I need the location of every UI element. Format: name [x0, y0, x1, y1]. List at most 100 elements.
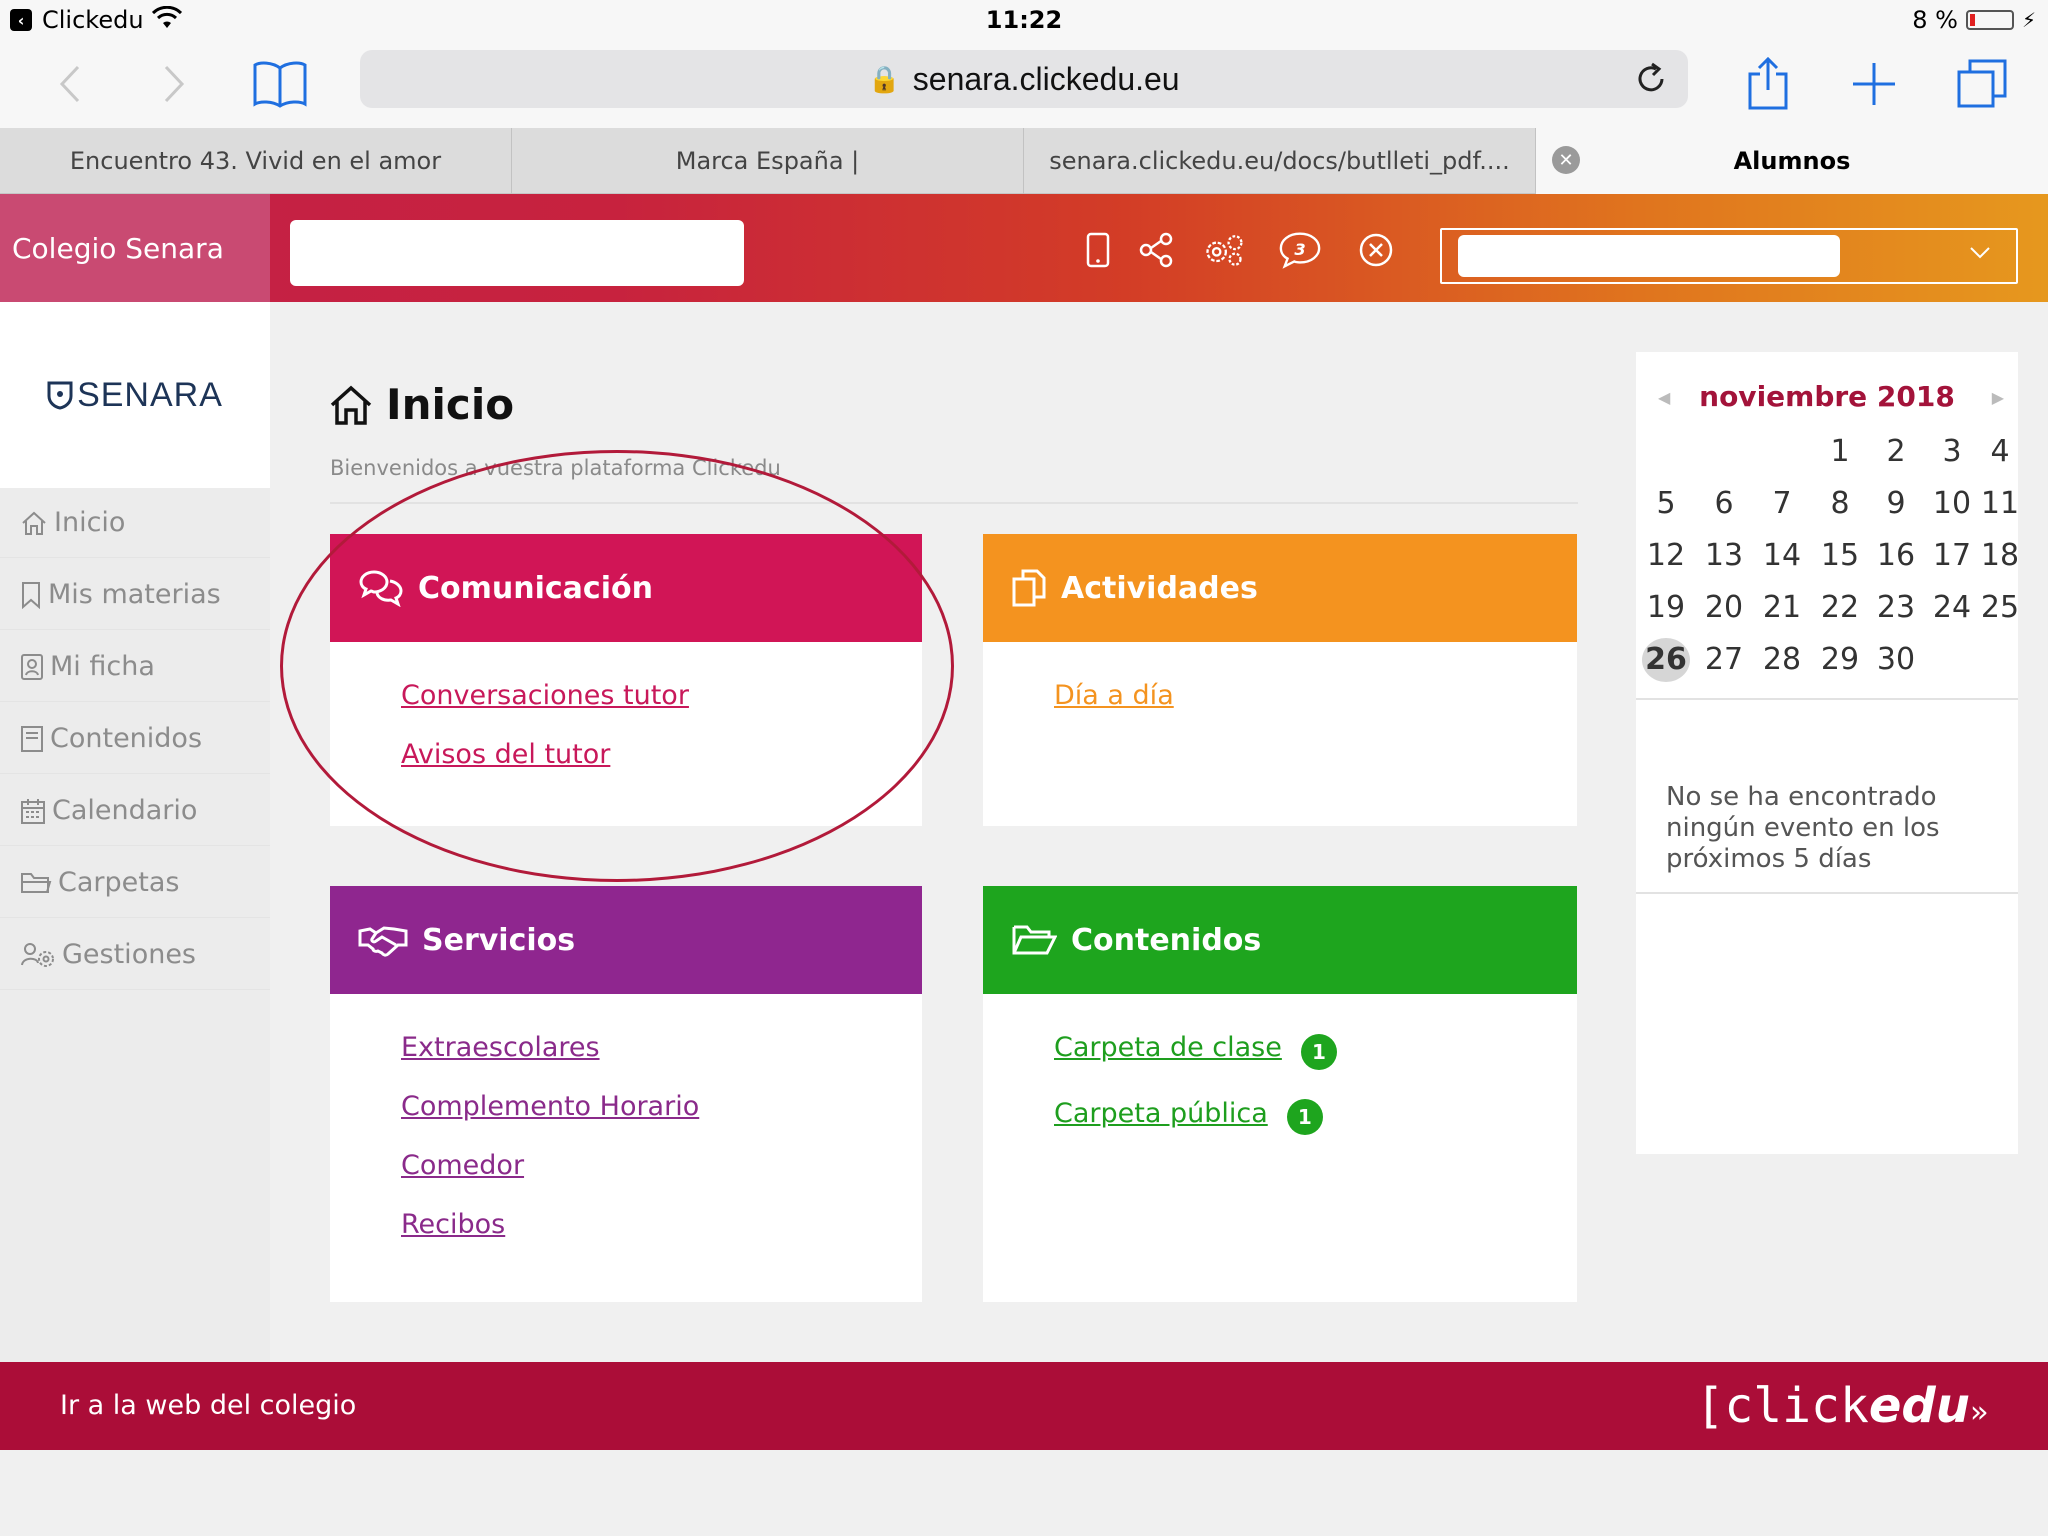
sidebar-item-label: Carpetas [58, 867, 180, 898]
folder-open-icon [1012, 925, 1057, 955]
browser-tab[interactable]: senara.clickedu.eu/docs/butlleti_pdf.... [1024, 128, 1536, 194]
calendar-day[interactable]: 6 [1700, 482, 1748, 526]
browser-tab[interactable]: Marca España | [512, 128, 1024, 194]
calendar-day-today[interactable]: 26 [1642, 638, 1690, 682]
footer: Ir a la web del colegio [click edu » [0, 1362, 2048, 1450]
calendar-icon [21, 798, 45, 824]
chevron-left-icon [59, 65, 80, 103]
calendar-day[interactable]: 9 [1872, 482, 1920, 526]
count-badge: 1 [1286, 1099, 1323, 1135]
calendar-day[interactable]: 4 [1976, 430, 2024, 474]
sidebar-item-mi-ficha[interactable]: Mi ficha [0, 632, 270, 702]
plus-icon [1853, 63, 1895, 105]
tabs-overview-button[interactable] [1950, 52, 2014, 116]
browser-tab-active[interactable]: ✕ Alumnos [1536, 128, 2048, 194]
calendar-day[interactable]: 13 [1700, 534, 1748, 578]
calendar-day[interactable]: 22 [1816, 586, 1864, 630]
calendar-day[interactable]: 18 [1976, 534, 2024, 578]
book-open-icon [253, 61, 307, 108]
calendar-day[interactable]: 7 [1758, 482, 1806, 526]
link-carpeta-publica[interactable]: Carpeta pública [1054, 1098, 1268, 1129]
browser-forward-button[interactable] [142, 52, 206, 116]
calendar-day[interactable]: 14 [1758, 534, 1806, 578]
calendar-day[interactable]: 15 [1816, 534, 1864, 578]
school-brand[interactable]: Colegio Senara [0, 194, 270, 302]
calendar-day[interactable]: 21 [1758, 586, 1806, 630]
folder-icon [21, 872, 52, 893]
link-extraescolares[interactable]: Extraescolares [401, 1032, 922, 1063]
home-icon [330, 385, 372, 425]
divider [1636, 892, 2018, 894]
calendar-day[interactable]: 20 [1700, 586, 1748, 630]
calendar-day[interactable]: 29 [1816, 638, 1864, 682]
browser-back-button[interactable] [38, 52, 102, 116]
calendar-day[interactable]: 3 [1928, 430, 1976, 474]
battery-icon [1965, 10, 2014, 30]
id-card-icon [21, 653, 43, 680]
tab-label: Marca España | [675, 147, 860, 175]
link-comedor[interactable]: Comedor [401, 1150, 922, 1181]
link-carpeta-de-clase[interactable]: Carpeta de clase [1054, 1032, 1282, 1063]
link-conversaciones-tutor[interactable]: Conversaciones tutor [401, 680, 922, 711]
sidebar-item-label: Inicio [54, 507, 126, 538]
card-actividades: Actividades Día a día [983, 534, 1577, 826]
sidebar-item-mis-materias[interactable]: Mis materias [0, 560, 270, 630]
home-icon [22, 511, 46, 535]
sidebar-item-inicio[interactable]: Inicio [0, 488, 270, 558]
calendar-day[interactable]: 25 [1976, 586, 2024, 630]
calendar-day[interactable]: 10 [1928, 482, 1976, 526]
page-bottom [0, 1450, 2048, 1536]
calendar-day[interactable]: 28 [1758, 638, 1806, 682]
calendar-day[interactable]: 5 [1642, 482, 1690, 526]
new-tab-button[interactable] [1842, 52, 1906, 116]
tabs-icon [1957, 59, 2007, 108]
logo-text: SENARA [77, 375, 223, 414]
calendar-month: noviembre 2018 [1699, 380, 1955, 413]
calendar-events-message: No se ha encontrado ningún evento en los… [1666, 782, 1940, 874]
gears-icon [1206, 235, 1243, 266]
school-website-link[interactable]: Ir a la web del colegio [60, 1390, 356, 1421]
search-input[interactable] [290, 220, 744, 286]
mobile-button[interactable] [1076, 228, 1120, 272]
close-tab-icon[interactable]: ✕ [1552, 146, 1580, 174]
share-network-button[interactable] [1134, 228, 1178, 272]
calendar-day[interactable]: 17 [1928, 534, 1976, 578]
calendar-day[interactable]: 23 [1872, 586, 1920, 630]
calendar-day[interactable]: 16 [1872, 534, 1920, 578]
calendar-day[interactable]: 27 [1700, 638, 1748, 682]
user-select-dropdown[interactable] [1440, 228, 2018, 284]
calendar-day[interactable]: 2 [1872, 430, 1920, 474]
calendar-day[interactable]: 8 [1816, 482, 1864, 526]
share-button[interactable] [1736, 52, 1800, 116]
sidebar-item-contenidos[interactable]: Contenidos [0, 704, 270, 774]
link-dia-a-dia[interactable]: Día a día [1054, 680, 1577, 711]
address-bar[interactable]: 🔒 senara.clickedu.eu [360, 50, 1688, 108]
logo-text-right: edu [1868, 1378, 1970, 1434]
sidebar-item-label: Mis materias [48, 579, 221, 610]
sidebar-item-calendario[interactable]: Calendario [0, 776, 270, 846]
calendar-day[interactable]: 30 [1872, 638, 1920, 682]
school-logo[interactable]: SENARA [0, 302, 270, 488]
copy-icon [1012, 569, 1046, 607]
link-avisos-tutor[interactable]: Avisos del tutor [401, 739, 922, 770]
link-recibos[interactable]: Recibos [401, 1209, 922, 1240]
reload-icon[interactable] [1632, 60, 1670, 98]
bookmarks-button[interactable] [248, 52, 312, 116]
next-month-button[interactable]: ▶ [1992, 388, 2004, 407]
messages-button[interactable]: 3 [1278, 228, 1322, 272]
calendar-widget: ◀ noviembre 2018 ▶ 1 2 3 4 5 6 7 8 9 10 11 12 13 14 15… [1636, 352, 2019, 1154]
logout-button[interactable] [1354, 228, 1398, 272]
sidebar-item-carpetas[interactable]: Carpetas [0, 848, 270, 918]
browser-tab[interactable]: Encuentro 43. Vivid en el amor [0, 128, 512, 194]
calendar-day[interactable]: 24 [1928, 586, 1976, 630]
settings-button[interactable] [1202, 228, 1246, 272]
calendar-day[interactable]: 1 [1816, 430, 1864, 474]
sidebar-item-gestiones[interactable]: Gestiones [0, 920, 270, 990]
calendar-day[interactable]: 19 [1642, 586, 1690, 630]
calendar-day[interactable]: 12 [1642, 534, 1690, 578]
link-complemento-horario[interactable]: Complemento Horario [401, 1091, 922, 1122]
calendar-day[interactable]: 11 [1976, 482, 2024, 526]
clickedu-logo[interactable]: [click edu » [1695, 1378, 1988, 1434]
page-subtitle: Bienvenidos a vuestra plataforma Clicked… [330, 456, 781, 480]
sidebar-item-label: Contenidos [50, 723, 203, 754]
